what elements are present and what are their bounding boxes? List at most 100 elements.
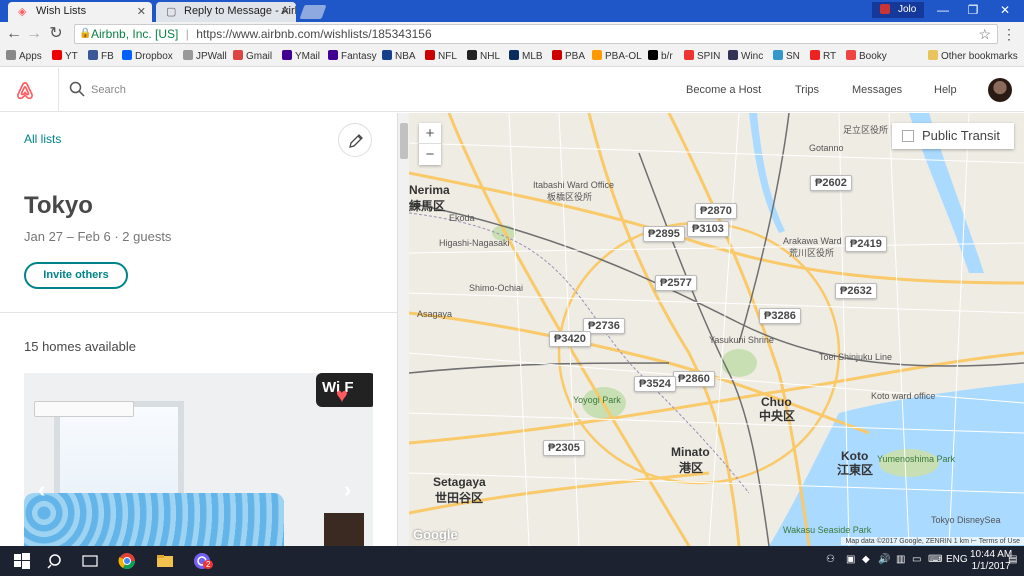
back-arrow-icon[interactable]: ← — [4, 25, 24, 45]
tab-reply-message[interactable]: ▢ Reply to Message - Airb ✕ — [156, 2, 296, 22]
google-logo: Google — [413, 527, 458, 542]
wishlist-panel: All lists Tokyo Jan 27 – Feb 6 · 2 guest… — [0, 113, 397, 546]
price-pin[interactable]: ₱2305 — [543, 440, 585, 456]
listing-photo[interactable]: Wi F ♥ ‹ › — [24, 373, 373, 546]
browser-titlebar: ◈ Wish Lists ✕ ▢ Reply to Message - Airb… — [0, 0, 1024, 22]
new-tab-button[interactable] — [299, 5, 327, 19]
url-field[interactable]: 🔒 Airbnb, Inc. [US] | https://www.airbnb… — [74, 24, 998, 44]
bookmark-item[interactable]: NFL — [425, 50, 457, 62]
maximize-icon[interactable]: ❐ — [958, 0, 988, 20]
other-bookmarks[interactable]: Other bookmarks — [928, 50, 1018, 62]
next-photo-icon[interactable]: › — [344, 477, 351, 503]
system-clock[interactable]: 10:44 AM 1/1/2017 — [970, 549, 1012, 573]
search-box[interactable]: Search — [58, 68, 378, 112]
bookmark-item[interactable]: SN — [773, 50, 800, 62]
price-pin[interactable]: ₱3103 — [687, 221, 729, 237]
become-host-link[interactable]: Become a Host — [686, 84, 761, 96]
search-icon[interactable] — [46, 551, 66, 571]
search-placeholder: Search — [91, 84, 126, 96]
photo-bed — [24, 493, 284, 546]
apps-icon — [6, 50, 16, 60]
bookmark-item[interactable]: PBA — [552, 50, 585, 62]
tray-shield-icon[interactable]: ◆ — [862, 554, 870, 565]
bookmark-item[interactable]: Winc — [728, 50, 763, 62]
bookmark-item[interactable]: SPIN — [684, 50, 720, 62]
price-pin[interactable]: ₱2895 — [643, 226, 685, 242]
price-pin[interactable]: ₱3524 — [634, 376, 676, 392]
lock-icon: 🔒 — [79, 28, 92, 39]
file-explorer-icon[interactable] — [155, 551, 175, 571]
browser-menu-icon[interactable]: ⋮ — [1002, 26, 1016, 43]
price-pin[interactable]: ₱3286 — [759, 308, 801, 324]
messages-link[interactable]: Messages — [852, 84, 902, 96]
map-label-toei-line: Toei Shinjuku Line — [819, 352, 893, 362]
scrollbar-thumb[interactable] — [400, 123, 408, 159]
tray-app-icon[interactable]: ▣ — [846, 554, 855, 565]
map-label-nerima-jp: 練馬区 — [409, 199, 446, 213]
trips-link[interactable]: Trips — [795, 84, 819, 96]
profile-chip[interactable]: Jolo — [872, 2, 925, 18]
help-link[interactable]: Help — [934, 84, 957, 96]
chrome-icon[interactable] — [117, 551, 137, 571]
bookmark-item[interactable]: Gmail — [233, 50, 272, 62]
bookmark-item[interactable]: NHL — [467, 50, 500, 62]
airbnb-logo-icon[interactable] — [14, 80, 36, 102]
zoom-in-button[interactable]: + — [419, 123, 441, 144]
map-attribution[interactable]: Map data ©2017 Google, ZENRIN 1 km ⊢ Ter… — [841, 537, 1024, 545]
bookmark-item[interactable]: YT — [52, 50, 78, 62]
price-pin[interactable]: ₱2577 — [655, 275, 697, 291]
language-indicator[interactable]: ENG — [946, 554, 968, 565]
bookmark-item[interactable]: b/r — [648, 50, 673, 62]
map-label-higashi-nagasaki: Higashi-Nagasaki — [439, 238, 510, 248]
bookmark-item[interactable]: Fantasy — [328, 50, 377, 62]
volume-icon[interactable]: 🔊 — [878, 554, 890, 565]
public-transit-toggle[interactable]: Public Transit — [892, 123, 1014, 149]
forward-arrow-icon[interactable]: → — [24, 25, 44, 45]
tab-close-icon[interactable]: ✕ — [281, 5, 290, 18]
bookmark-item[interactable]: Apps — [6, 50, 42, 62]
zoom-out-button[interactable]: − — [419, 144, 441, 165]
user-avatar[interactable] — [988, 78, 1012, 102]
yahoo-fantasy-icon — [328, 50, 338, 60]
bookmark-item[interactable]: NBA — [382, 50, 416, 62]
price-pin[interactable]: ₱2602 — [810, 175, 852, 191]
all-lists-link[interactable]: All lists — [24, 132, 61, 146]
photo-aircon — [34, 401, 134, 417]
windows-start-icon[interactable] — [12, 551, 32, 571]
bookmark-item[interactable]: JPWall — [183, 50, 227, 62]
search-icon — [69, 81, 85, 97]
task-view-icon[interactable] — [80, 551, 100, 571]
tab-wish-lists[interactable]: ◈ Wish Lists ✕ — [8, 2, 152, 22]
bookmark-item[interactable]: RT — [810, 50, 836, 62]
map-view[interactable]: + − Public Transit Nerima 練馬区 Itabashi W… — [409, 113, 1024, 546]
price-pin[interactable]: ₱2632 — [835, 283, 877, 299]
saved-heart-icon[interactable]: ♥ — [336, 385, 348, 408]
bookmark-star-icon[interactable]: ☆ — [978, 25, 991, 43]
bookmark-item[interactable]: MLB — [509, 50, 543, 62]
price-pin[interactable]: ₱2860 — [673, 371, 715, 387]
reload-icon[interactable]: ↻ — [46, 25, 66, 45]
tab-close-icon[interactable]: ✕ — [137, 5, 146, 18]
bookmark-item[interactable]: YMail — [282, 50, 320, 62]
people-icon[interactable]: ⚇ — [826, 554, 835, 565]
prev-photo-icon[interactable]: ‹ — [38, 477, 45, 503]
transit-checkbox[interactable] — [902, 130, 914, 142]
panel-scrollbar[interactable] — [397, 113, 409, 546]
keyboard-icon[interactable]: ⌨ — [928, 554, 942, 565]
bookmark-item[interactable]: Dropbox — [122, 50, 173, 62]
bookmark-item[interactable]: PBA-OL — [592, 50, 642, 62]
edit-list-button[interactable] — [338, 123, 372, 157]
price-pin[interactable]: ₱2870 — [695, 203, 737, 219]
price-pin[interactable]: ₱2419 — [845, 236, 887, 252]
battery-icon[interactable]: ▭ — [912, 554, 921, 565]
clock-date: 1/1/2017 — [971, 561, 1011, 572]
close-window-icon[interactable]: ✕ — [990, 0, 1020, 20]
network-icon[interactable]: ▥ — [896, 554, 905, 565]
minimize-icon[interactable]: — — [928, 0, 958, 20]
bookmark-item[interactable]: Booky — [846, 50, 887, 62]
map-label-koto-jp: 江東区 — [837, 463, 874, 477]
bookmark-item[interactable]: FB — [88, 50, 114, 62]
invite-others-button[interactable]: Invite others — [24, 262, 128, 289]
action-center-icon[interactable]: ▤ — [1008, 554, 1017, 565]
price-pin[interactable]: ₱3420 — [549, 331, 591, 347]
